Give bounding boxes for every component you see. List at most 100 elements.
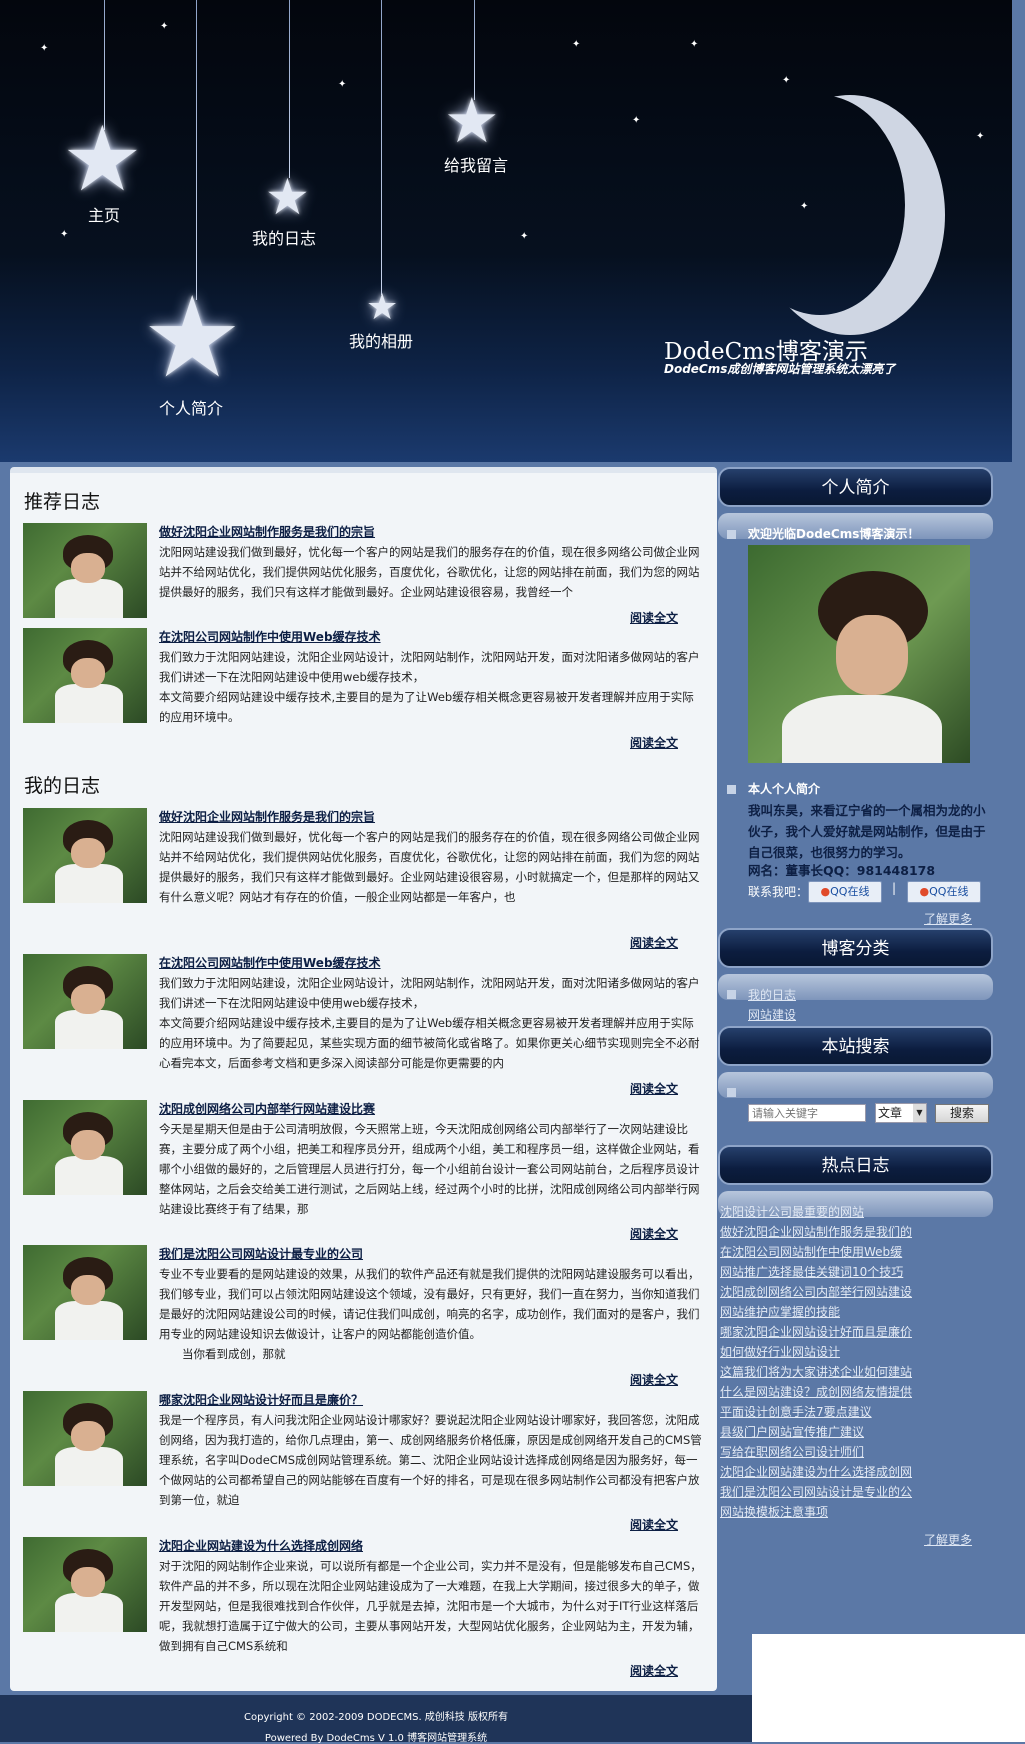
contact-label: 联系我吧：: [748, 885, 809, 899]
qq-online-button[interactable]: ●QQ在线: [907, 881, 981, 903]
name-qq-line: 网名：董事长QQ：981448178: [748, 863, 936, 878]
hot-post-link[interactable]: 平面设计创意手法7要点建议: [720, 1403, 872, 1420]
search-button[interactable]: 搜索: [935, 1104, 989, 1123]
qq-icon: ●: [820, 885, 831, 898]
post-thumbnail[interactable]: [23, 808, 147, 903]
welcome-text: 欢迎光临DodeCms博客演示！: [748, 527, 920, 541]
sidebar-band: [718, 1072, 993, 1098]
bullet-icon: [727, 785, 736, 794]
hot-post-link[interactable]: 在沈阳公司网站制作中使用Web缓: [720, 1243, 902, 1260]
hot-post-link[interactable]: 我们是沈阳公司网站设计是专业的公: [720, 1483, 912, 1500]
profile-photo: [748, 545, 970, 763]
search-input[interactable]: [748, 1104, 866, 1122]
post-thumbnail[interactable]: [23, 954, 147, 1049]
post-title[interactable]: 沈阳企业网站建设为什么选择成创网络: [159, 1537, 363, 1554]
sidebar-heading-profile: 个人简介: [718, 467, 993, 507]
post-item: 在沈阳公司网站制作中使用Web缓存技术 我们致力于沈阳网站建设，沈阳企业网站设计…: [23, 954, 713, 1084]
read-more-link[interactable]: 阅读全文: [630, 734, 678, 751]
post-title[interactable]: 哪家沈阳企业网站设计好而且是廉价？: [159, 1391, 363, 1408]
hot-post-link[interactable]: 沈阳设计公司最重要的网站: [720, 1203, 864, 1220]
star-dot: ✦: [920, 243, 929, 254]
star-dot: ✦: [338, 79, 347, 90]
read-more-link[interactable]: 阅读全文: [630, 1225, 678, 1242]
post-thumbnail[interactable]: [23, 1245, 147, 1340]
intro-label: 本人个人简介: [748, 782, 821, 796]
chevron-down-icon: ▼: [913, 1104, 926, 1122]
moon-icon: [735, 95, 905, 315]
hot-post-link[interactable]: 如何做好行业网站设计: [720, 1343, 840, 1360]
post-thumbnail[interactable]: [23, 1537, 147, 1632]
read-more-link[interactable]: 阅读全文: [630, 1516, 678, 1533]
hot-post-link[interactable]: 网站维护应掌握的技能: [720, 1303, 840, 1320]
post-title[interactable]: 做好沈阳企业网站制作服务是我们的宗旨: [159, 523, 375, 540]
star-icon: ★: [444, 84, 500, 157]
post-excerpt: 专业不专业要看的是网站建设的效果，从我们的软件产品还有就是我们提供的沈阳网站建设…: [159, 1267, 700, 1361]
post-excerpt: 今天是星期天但是由于公司清明放假，今天照常上班，今天沈阳成创网络公司内部举行了一…: [159, 1122, 700, 1216]
profile-more-link[interactable]: 了解更多: [924, 910, 972, 927]
star-icon: ★: [366, 287, 399, 328]
star-dot: ✦: [632, 115, 641, 126]
category-link[interactable]: 我的日志: [748, 986, 796, 1003]
post-excerpt: 沈阳网站建设我们做到最好，忧化每一个客户的网站是我们的服务存在的价值，现在很多网…: [159, 545, 700, 599]
nav-home[interactable]: 主页: [88, 202, 120, 226]
star-dot: ✦: [572, 39, 581, 50]
qq-online-button[interactable]: ●QQ在线: [808, 881, 882, 903]
star-icon: ★: [62, 107, 143, 212]
post-title[interactable]: 在沈阳公司网站制作中使用Web缓存技术: [159, 954, 381, 971]
hot-more-link[interactable]: 了解更多: [924, 1531, 972, 1548]
hot-post-link[interactable]: 网站换模板注意事项: [720, 1503, 828, 1520]
hot-post-link[interactable]: 做好沈阳企业网站制作服务是我们的: [720, 1223, 912, 1240]
nav-guestbook[interactable]: 给我留言: [444, 152, 508, 176]
nav-profile[interactable]: 个人简介: [159, 395, 223, 419]
post-excerpt: 沈阳网站建设我们做到最好，忧化每一个客户的网站是我们的服务存在的价值，现在很多网…: [159, 830, 700, 904]
post-item: 我们是沈阳公司网站设计最专业的公司 专业不专业要看的是网站建设的效果，从我们的软…: [23, 1245, 713, 1375]
star-dot: ✦: [60, 229, 69, 240]
qq-online-label: QQ在线: [929, 885, 969, 898]
read-more-link[interactable]: 阅读全文: [630, 1080, 678, 1097]
bullet-icon: [727, 1088, 736, 1097]
hot-post-link[interactable]: 沈阳成创网络公司内部举行网站建设: [720, 1283, 912, 1300]
search-type-select[interactable]: 文章 ▼: [875, 1103, 927, 1123]
star-dot: ✦: [520, 231, 529, 242]
nav-album[interactable]: 我的相册: [349, 328, 413, 352]
read-more-link[interactable]: 阅读全文: [630, 609, 678, 626]
read-more-link[interactable]: 阅读全文: [630, 1662, 678, 1679]
hot-post-link[interactable]: 哪家沈阳企业网站设计好而且是廉价: [720, 1323, 912, 1340]
separator: |: [892, 881, 897, 895]
footer: Copyright © 2002-2009 DODECMS. 成创科技 版权所有…: [0, 1695, 752, 1744]
sidebar-heading-categories: 博客分类: [718, 928, 993, 968]
read-more-link[interactable]: 阅读全文: [630, 1371, 678, 1388]
post-thumbnail[interactable]: [23, 1100, 147, 1195]
post-title[interactable]: 我们是沈阳公司网站设计最专业的公司: [159, 1245, 363, 1262]
post-item: 哪家沈阳企业网站设计好而且是廉价？ 我是一个程序员，有人问我沈阳企业网站设计哪家…: [23, 1391, 713, 1521]
bullet-icon: [727, 530, 736, 539]
post-title[interactable]: 沈阳成创网络公司内部举行网站建设比赛: [159, 1100, 375, 1117]
hot-post-link[interactable]: 什么是网站建设？成创网络友情提供: [720, 1383, 912, 1400]
hot-post-link[interactable]: 这篇我们将为大家讲述企业如何建站: [720, 1363, 912, 1380]
blank-area: [752, 1634, 1025, 1742]
post-thumbnail[interactable]: [23, 523, 147, 618]
read-more-link[interactable]: 阅读全文: [630, 934, 678, 951]
post-title[interactable]: 在沈阳公司网站制作中使用Web缓存技术: [159, 628, 381, 645]
hanging-string: [196, 0, 197, 300]
hot-post-link[interactable]: 网站推广选择最佳关键词10个技巧: [720, 1263, 903, 1280]
qq-icon: ●: [919, 885, 930, 898]
hanging-string: [289, 0, 290, 178]
sidebar-heading-hot: 热点日志: [718, 1145, 993, 1185]
post-excerpt: 我们致力于沈阳网站建设，沈阳企业网站设计，沈阳网站制作，沈阳网站开发，面对沈阳诸…: [159, 650, 700, 724]
category-link[interactable]: 网站建设: [748, 1006, 796, 1023]
post-excerpt: 对于沈阳的网站制作企业来说，可以说所有都是一个企业公司，实力并不是没有，但是能够…: [159, 1559, 702, 1653]
main-content: 推荐日志 做好沈阳企业网站制作服务是我们的宗旨 沈阳网站建设我们做到最好，忧化每…: [10, 467, 717, 1691]
site-subtitle: DodeCms成创博客网站管理系统太漂亮了: [664, 362, 896, 376]
hot-post-link[interactable]: 县级门户网站宣传推广建议: [720, 1423, 864, 1440]
post-excerpt: 我是一个程序员，有人问我沈阳企业网站设计哪家好？要说起沈阳企业网站设计哪家好，我…: [159, 1413, 702, 1507]
post-item: 沈阳企业网站建设为什么选择成创网络 对于沈阳的网站制作企业来说，可以说所有都是一…: [23, 1537, 713, 1667]
sidebar-heading-search: 本站搜索: [718, 1026, 993, 1066]
hot-post-link[interactable]: 写给在职网络公司设计师们: [720, 1443, 864, 1460]
post-item: 做好沈阳企业网站制作服务是我们的宗旨 沈阳网站建设我们做到最好，忧化每一个客户的…: [23, 523, 713, 633]
nav-my-log[interactable]: 我的日志: [252, 225, 316, 249]
hot-post-link[interactable]: 沈阳企业网站建设为什么选择成创网: [720, 1463, 912, 1480]
post-thumbnail[interactable]: [23, 1391, 147, 1486]
post-title[interactable]: 做好沈阳企业网站制作服务是我们的宗旨: [159, 808, 375, 825]
post-thumbnail[interactable]: [23, 628, 147, 723]
